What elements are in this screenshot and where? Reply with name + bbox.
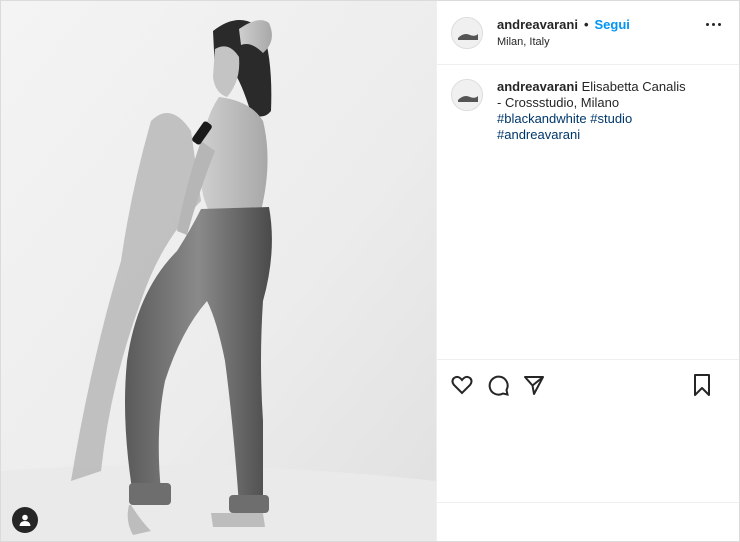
more-options-icon[interactable] [706, 23, 721, 26]
header-row: andreavarani • Segui [497, 17, 630, 32]
caption-avatar[interactable] [451, 79, 483, 111]
comment-area [437, 503, 739, 541]
caption-username[interactable]: andreavarani [497, 79, 578, 94]
separator-dot: • [583, 17, 589, 32]
user-tag-icon[interactable] [12, 507, 38, 533]
share-icon[interactable] [521, 372, 547, 398]
photo-illustration [1, 1, 436, 541]
bookmark-icon[interactable] [689, 372, 715, 398]
post-photo[interactable] [1, 1, 436, 541]
follow-button[interactable]: Segui [595, 17, 630, 32]
comment-icon[interactable] [485, 372, 511, 398]
likes-area [437, 410, 739, 503]
header-text: andreavarani • Segui Milan, Italy [497, 17, 630, 48]
caption: andreavarani Elisabetta Canalis - Crosss… [451, 79, 725, 143]
post-sidebar: andreavarani • Segui Milan, Italy andrea… [436, 1, 739, 541]
caption-text: andreavarani Elisabetta Canalis - Crosss… [497, 79, 692, 143]
post-header: andreavarani • Segui Milan, Italy [437, 1, 739, 65]
hashtag-link[interactable]: #andreavarani [497, 127, 580, 142]
comments-section: andreavarani Elisabetta Canalis - Crosss… [437, 65, 739, 359]
heart-icon[interactable] [449, 372, 475, 398]
hashtag-link[interactable]: #blackandwhite [497, 111, 587, 126]
action-bar [437, 359, 739, 410]
location-link[interactable]: Milan, Italy [497, 36, 630, 48]
username-link[interactable]: andreavarani [497, 17, 578, 32]
hashtag-link[interactable]: #studio [590, 111, 632, 126]
avatar[interactable] [451, 16, 483, 49]
instagram-post: andreavarani • Segui Milan, Italy andrea… [0, 0, 740, 542]
